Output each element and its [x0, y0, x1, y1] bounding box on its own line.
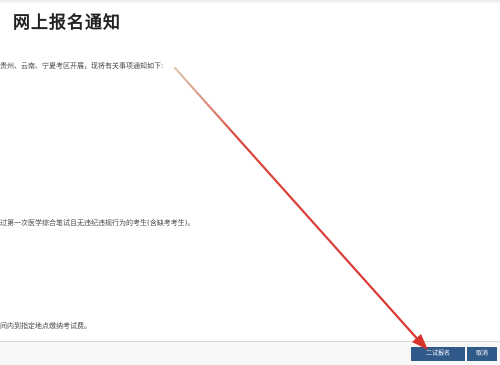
- second-exam-register-button[interactable]: 二试报名: [411, 347, 465, 361]
- notice-page: 网上报名通知 贵州、云南、宁夏考区开展，现将有关事项通知如下: 过第一次医学综合…: [0, 0, 500, 365]
- notice-paragraph: 贵州、云南、宁夏考区开展，现将有关事项通知如下:: [0, 62, 164, 70]
- annotation-arrow-icon: [173, 66, 428, 350]
- page-title: 网上报名通知: [13, 13, 121, 33]
- notice-paragraph: 间内到指定地点缴纳考试费。: [0, 322, 91, 330]
- cancel-button[interactable]: 取消: [467, 347, 497, 361]
- top-edge: [0, 0, 500, 4]
- notice-paragraph: 过第一次医学综合笔试且无违纪违规行为的考生(含缺考考生)。: [0, 219, 195, 227]
